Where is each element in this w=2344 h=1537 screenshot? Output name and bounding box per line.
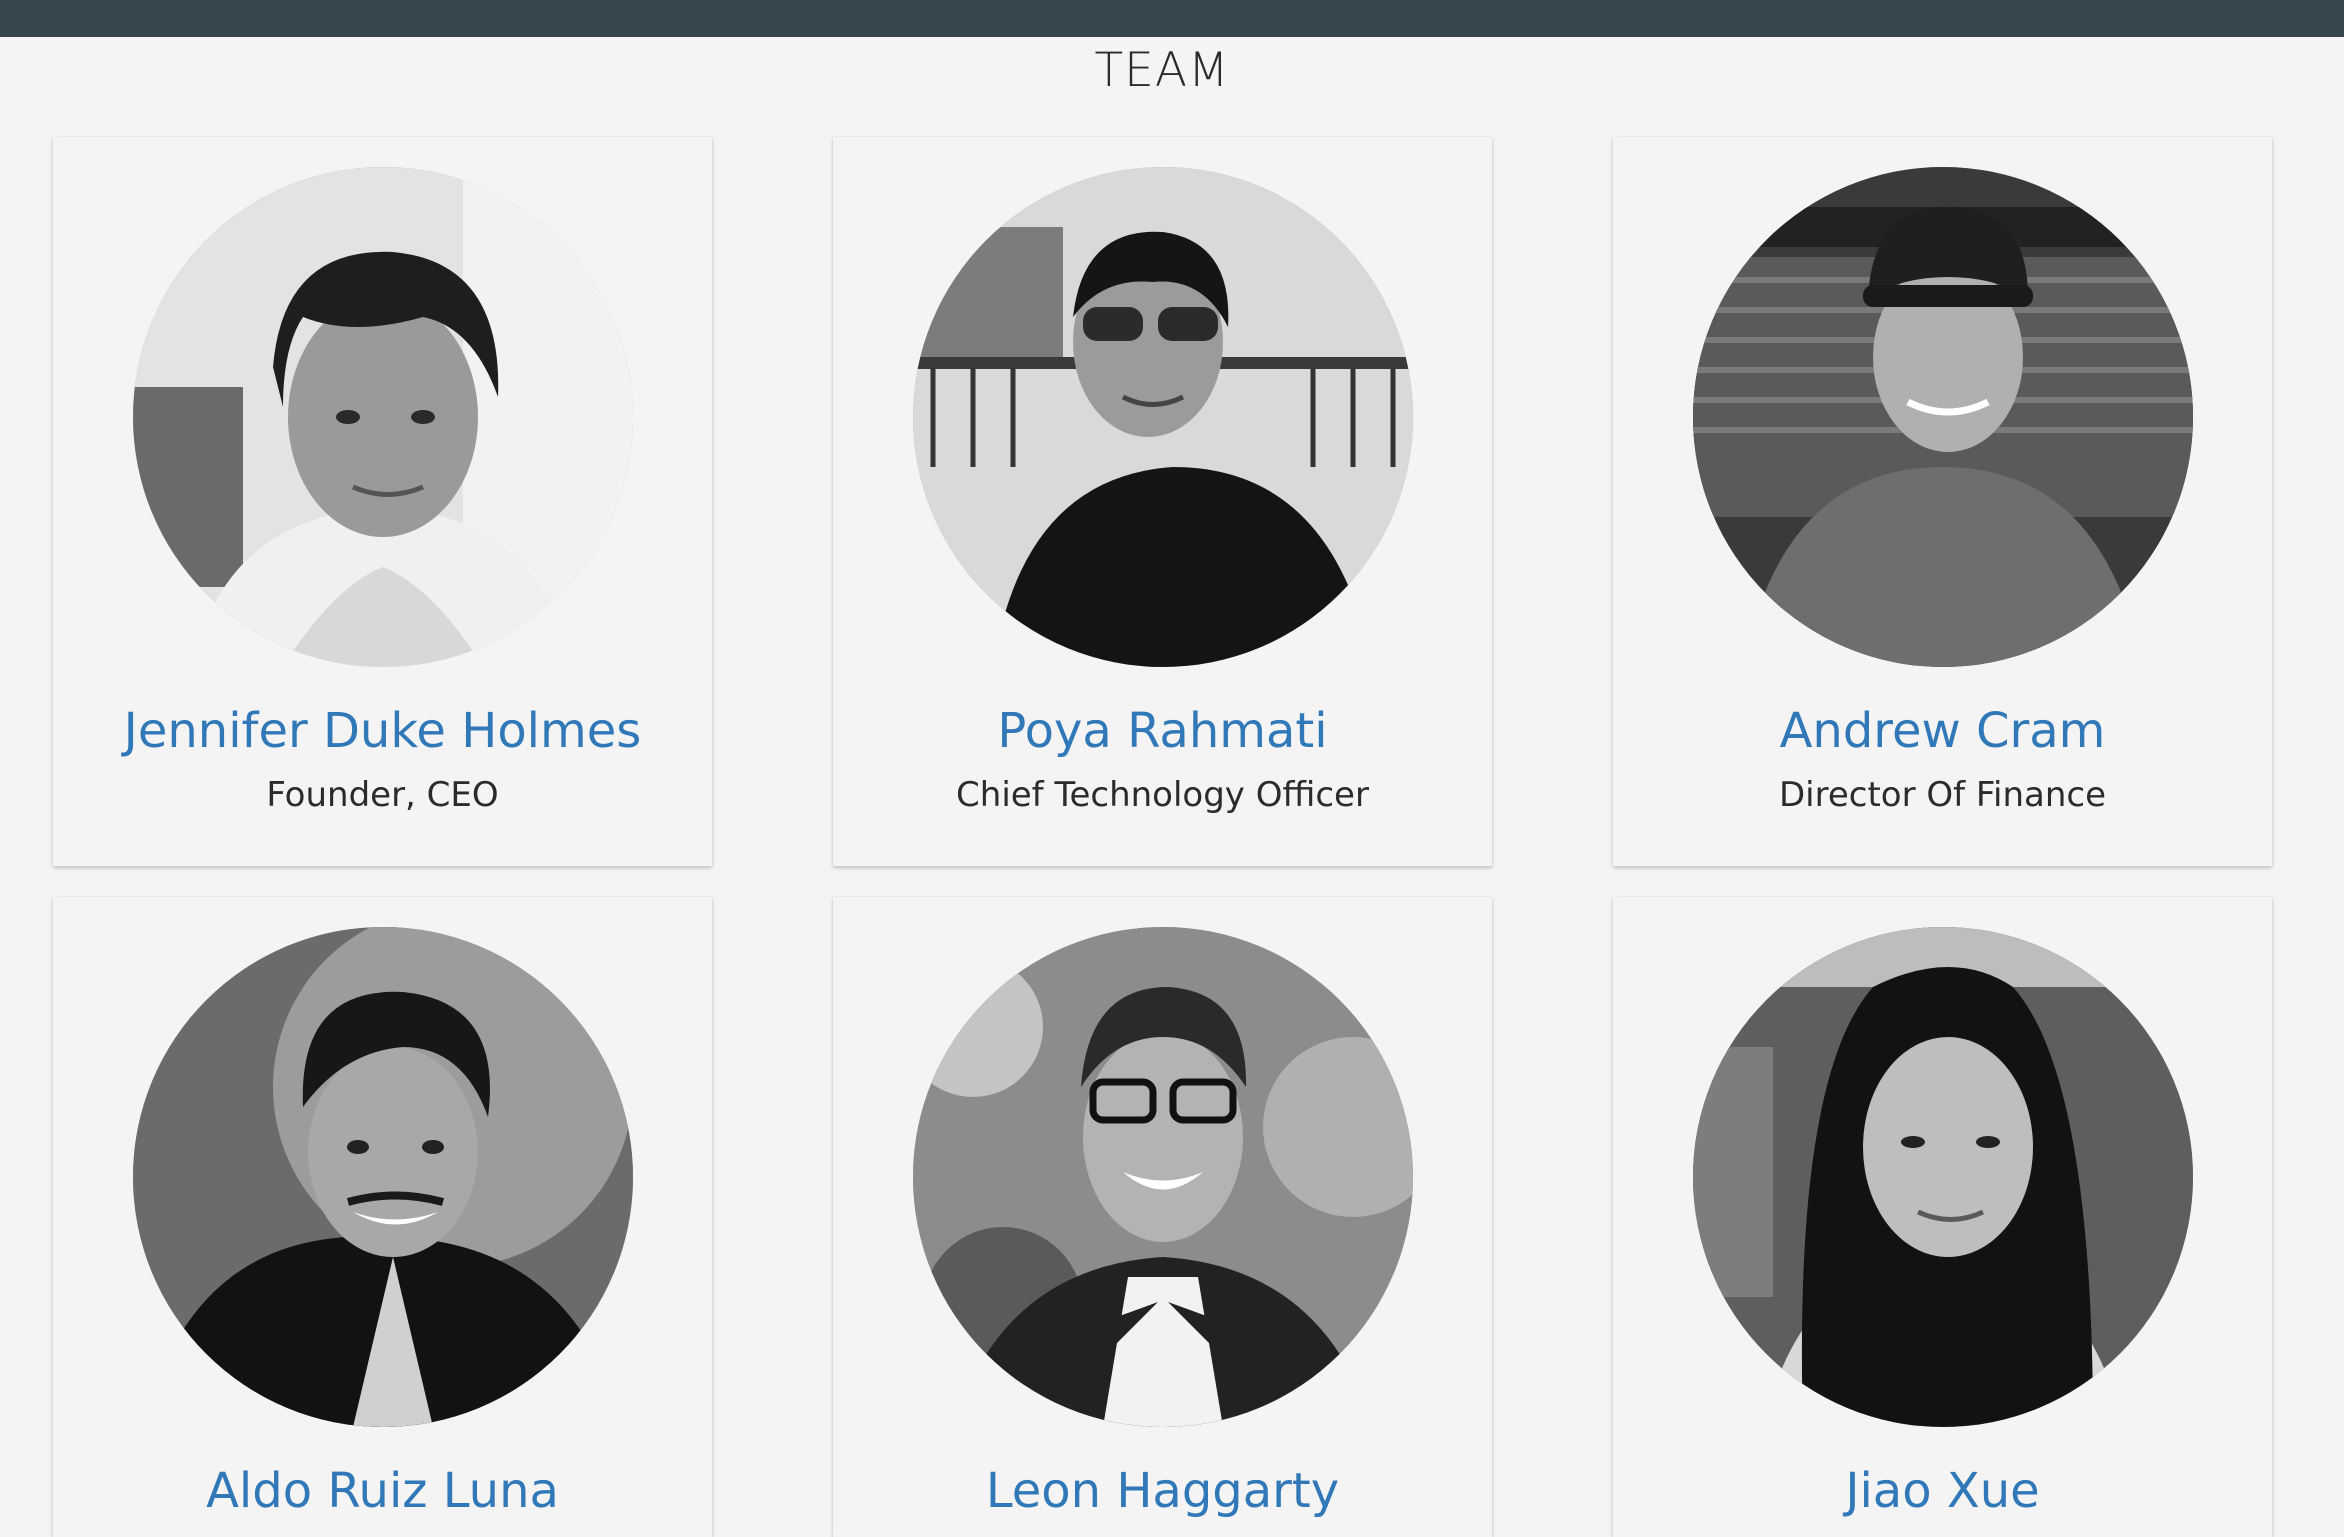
team-member-card: Jennifer Duke Holmes Founder, CEO xyxy=(53,137,712,866)
person-photo-icon xyxy=(1693,167,2193,667)
team-member-card: Aldo Ruiz Luna xyxy=(53,897,712,1537)
section-title: TEAM xyxy=(1094,43,1230,98)
person-photo-icon xyxy=(1693,927,2193,1427)
member-role: Chief Technology Officer xyxy=(956,775,1369,815)
member-role: Director Of Finance xyxy=(1778,775,2106,815)
member-name-link[interactable]: Andrew Cram xyxy=(1613,701,2272,761)
member-photo xyxy=(913,927,1413,1427)
member-name-link[interactable]: Jiao Xue xyxy=(1613,1461,2272,1521)
team-member-card: Leon Haggarty xyxy=(833,897,1492,1537)
member-photo xyxy=(1693,167,2193,667)
person-photo-icon xyxy=(913,167,1413,667)
team-member-card: Poya Rahmati Chief Technology Officer xyxy=(833,137,1492,866)
member-name-link[interactable]: Leon Haggarty xyxy=(833,1461,1492,1521)
person-photo-icon xyxy=(133,927,633,1427)
team-member-card: Jiao Xue xyxy=(1613,897,2272,1537)
team-member-card: Andrew Cram Director Of Finance xyxy=(1613,137,2272,866)
member-name-link[interactable]: Poya Rahmati xyxy=(833,701,1492,761)
member-photo xyxy=(1693,927,2193,1427)
person-photo-icon xyxy=(133,167,633,667)
top-navigation-bar xyxy=(0,0,2344,37)
member-name-link[interactable]: Jennifer Duke Holmes xyxy=(53,701,712,761)
member-photo xyxy=(133,167,633,667)
member-photo xyxy=(913,167,1413,667)
member-name-link[interactable]: Aldo Ruiz Luna xyxy=(53,1461,712,1521)
person-photo-icon xyxy=(913,927,1413,1427)
member-photo xyxy=(133,927,633,1427)
member-role: Founder, CEO xyxy=(266,775,499,815)
